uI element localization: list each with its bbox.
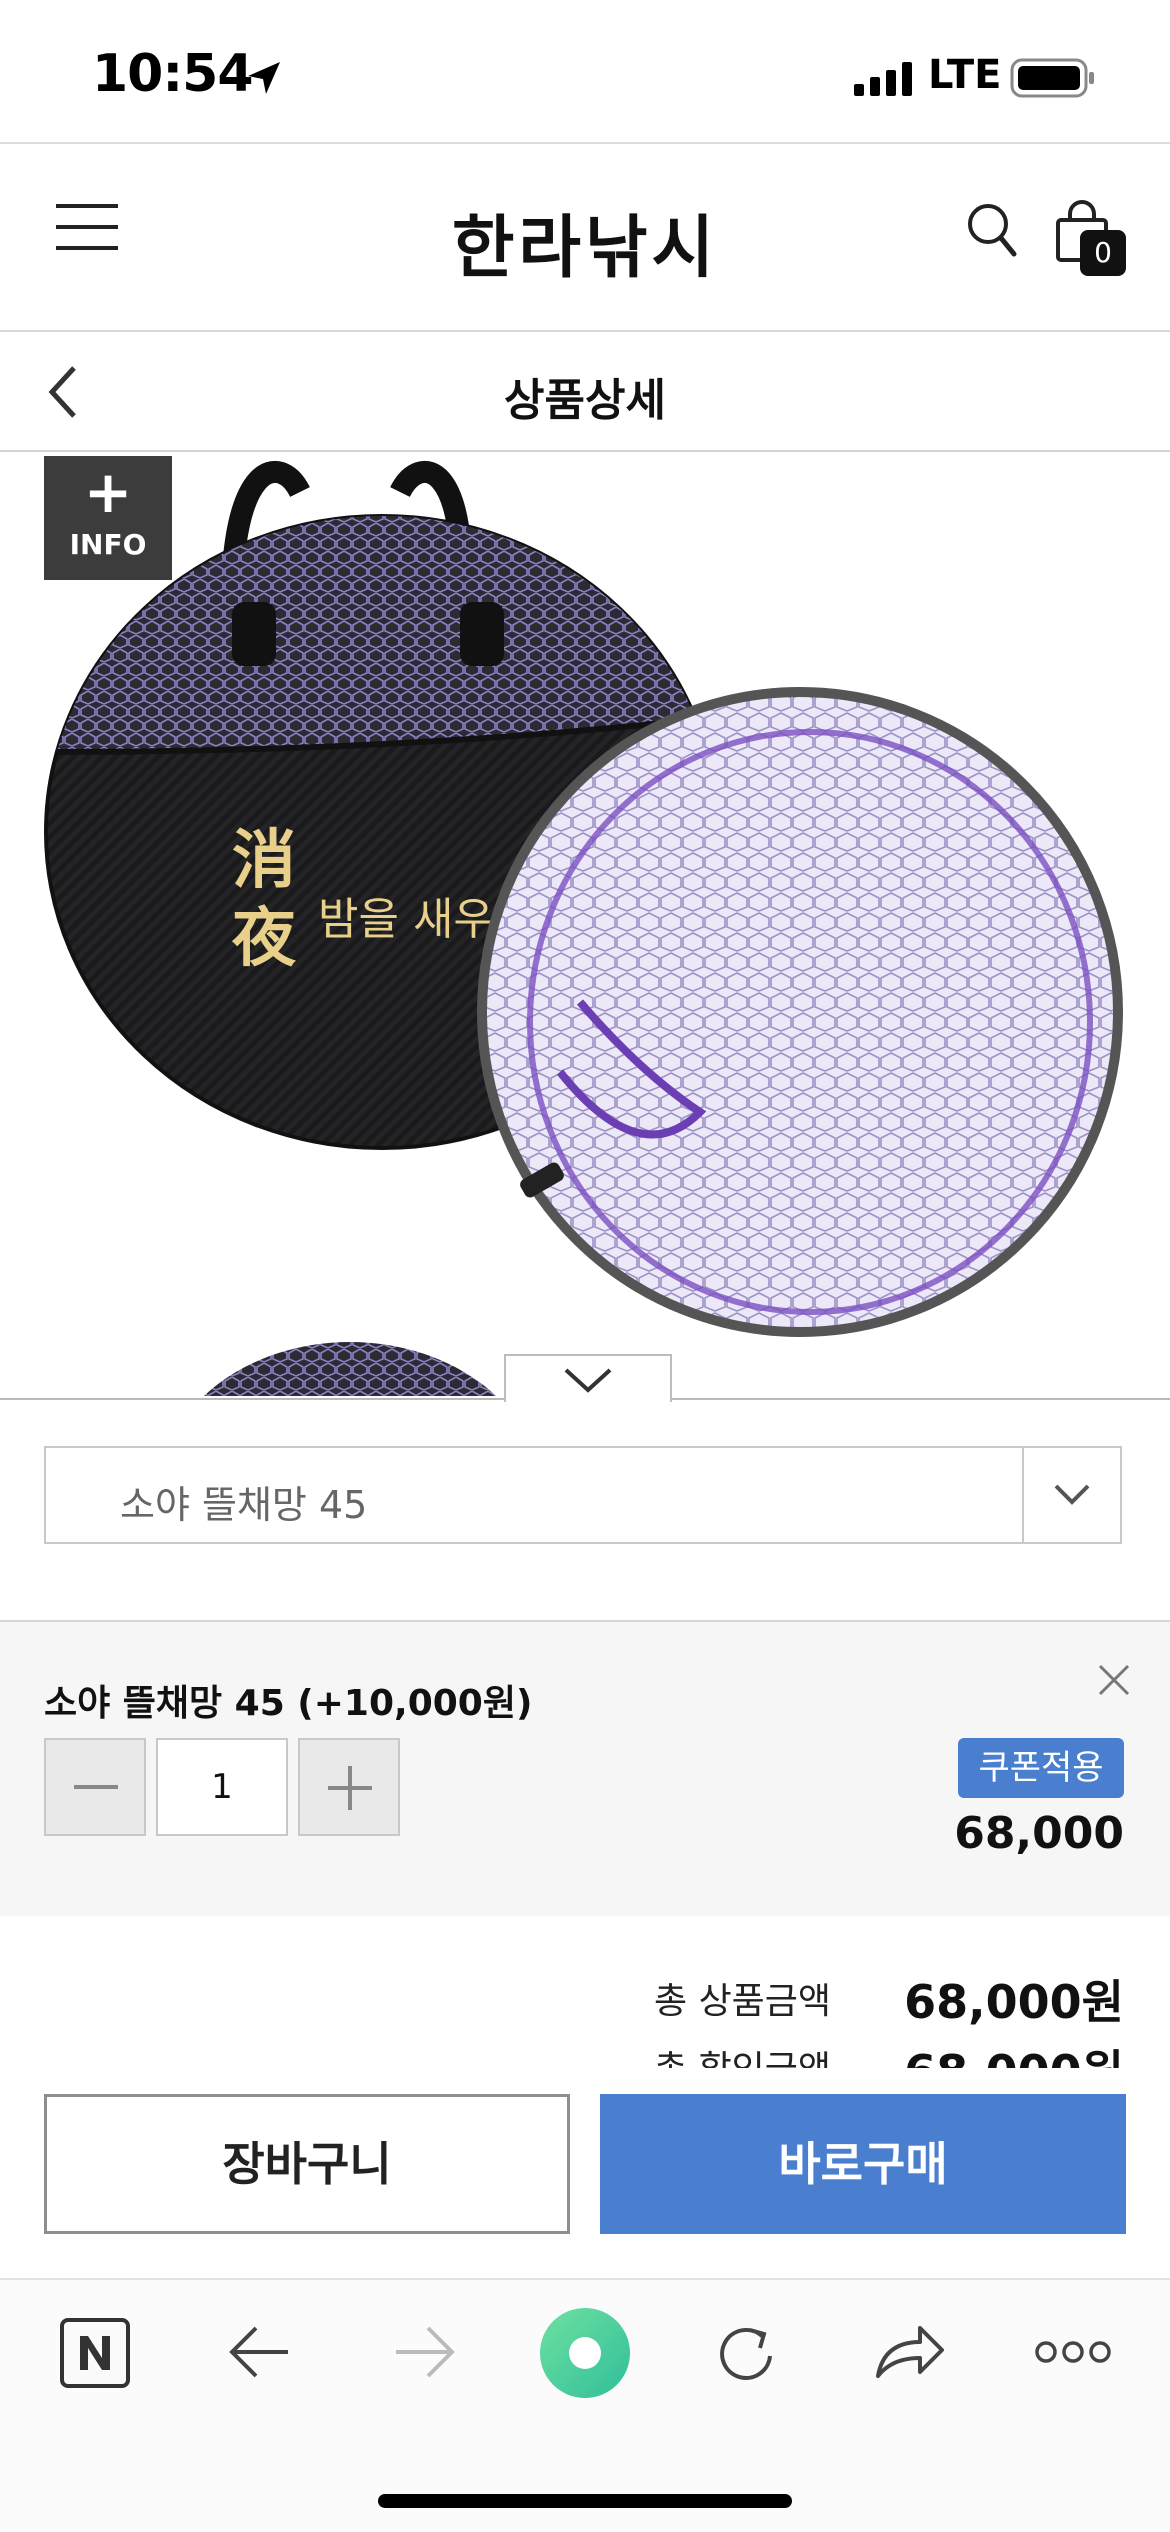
- selected-option-panel: 소야 뜰채망 45 (+10,000원) 1 쿠폰적용 68,000: [0, 1620, 1170, 1919]
- totals: 총 상품금액 68,000원 총 할인금액 68,000원: [0, 1916, 1170, 2068]
- site-logo[interactable]: 한라낚시: [420, 192, 750, 291]
- quantity-increase-button[interactable]: [298, 1738, 400, 1836]
- expand-image-tab[interactable]: [504, 1354, 672, 1402]
- quantity-input[interactable]: 1: [156, 1738, 288, 1836]
- option-dropdown-button[interactable]: [1022, 1448, 1120, 1542]
- quantity-decrease-button[interactable]: [44, 1738, 146, 1836]
- total-value: 68,000원: [904, 1975, 1124, 2029]
- selected-option-price: 68,000: [954, 1808, 1124, 1859]
- apply-coupon-button[interactable]: 쿠폰적용: [958, 1738, 1124, 1798]
- title-bar: 상품상세: [0, 332, 1170, 452]
- arrow-left-icon[interactable]: [226, 2324, 292, 2380]
- network-label: LTE: [928, 52, 1002, 98]
- total-label: 총 상품금액: [654, 1981, 832, 2022]
- bag-hanja-1: 消: [232, 823, 296, 898]
- option-select-value: 소야 뜰채망 45: [120, 1483, 368, 1527]
- bag-hanja-2: 夜: [231, 901, 297, 976]
- info-plus-icon: +: [83, 458, 133, 526]
- product-image[interactable]: 消 夜 밤을 새우다: [0, 452, 1170, 1396]
- status-time: 10:54: [92, 44, 254, 104]
- chevron-down-icon: [1054, 1484, 1090, 1505]
- home-indicator[interactable]: [378, 2494, 792, 2508]
- discount-label: 총 할인금액: [654, 2040, 831, 2068]
- add-to-cart-button[interactable]: 장바구니: [44, 2094, 570, 2234]
- plus-icon: [328, 1766, 372, 1810]
- discount-value: 68,000원: [880, 2036, 1124, 2068]
- status-bar: 10:54 LTE: [0, 0, 1170, 144]
- green-dot-icon[interactable]: [538, 2306, 632, 2400]
- close-icon[interactable]: [1096, 1662, 1132, 1698]
- selected-option-name: 소야 뜰채망 45 (+10,000원): [44, 1683, 533, 1724]
- search-icon[interactable]: [964, 200, 1020, 260]
- minus-icon: [74, 1785, 118, 1789]
- info-label: INFO: [69, 528, 147, 561]
- info-button[interactable]: + INFO: [44, 456, 172, 580]
- buy-now-button[interactable]: 바로구매: [600, 2094, 1126, 2234]
- option-select[interactable]: 소야 뜰채망 45: [44, 1446, 1122, 1544]
- cart-count-badge: 0: [1080, 230, 1126, 276]
- naver-icon[interactable]: [58, 2316, 132, 2390]
- share-icon[interactable]: [874, 2320, 946, 2380]
- product-photo: 消 夜 밤을 새우다: [44, 461, 1123, 1396]
- menu-icon[interactable]: [56, 202, 120, 254]
- battery-icon: [1010, 58, 1094, 98]
- arrow-right-icon[interactable]: [392, 2324, 458, 2380]
- signal-icon: [854, 62, 912, 96]
- page-title: 상품상세: [504, 375, 666, 426]
- more-icon[interactable]: [1034, 2340, 1112, 2364]
- purchase-bar: 장바구니 바로구매: [0, 2068, 1170, 2280]
- site-header: 한라낚시 0: [0, 144, 1170, 332]
- refresh-icon[interactable]: [712, 2316, 782, 2390]
- location-arrow-icon: [248, 62, 280, 94]
- chevron-down-icon: [564, 1368, 612, 1393]
